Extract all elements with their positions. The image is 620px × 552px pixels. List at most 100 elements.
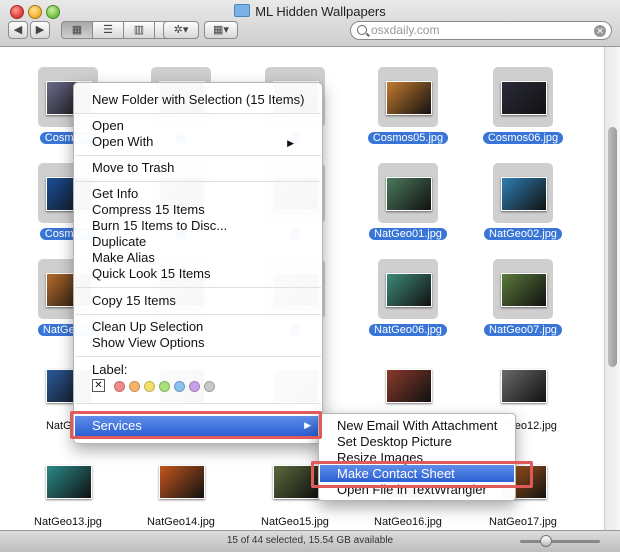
menu-separator <box>75 314 321 315</box>
column-view-button[interactable]: ▥ <box>123 21 155 39</box>
vertical-scrollbar[interactable] <box>604 47 620 530</box>
image-thumbnail <box>159 465 205 499</box>
label-color-swatch[interactable] <box>129 381 140 392</box>
image-thumbnail <box>501 177 547 211</box>
file-name-label: Cosmos05.jpg <box>358 131 458 145</box>
label-color-swatch[interactable] <box>144 381 155 392</box>
search-field[interactable]: osxdaily.com ✕ <box>350 21 612 40</box>
contact-sheet-annotation-box <box>311 461 533 488</box>
file-thumbnail <box>493 67 553 127</box>
label-color-swatch[interactable] <box>159 381 170 392</box>
menu-item-clean-up[interactable]: Clean Up Selection <box>92 319 203 335</box>
icon-size-slider-knob[interactable] <box>540 535 552 547</box>
menu-separator <box>75 113 321 114</box>
search-icon <box>357 25 367 35</box>
icon-size-slider[interactable] <box>520 540 600 543</box>
file-name-text: Cosmos05.jpg <box>367 132 449 144</box>
menu-item-copy[interactable]: Copy 15 Items <box>92 293 176 309</box>
submenu-arrow-icon: ▶ <box>287 138 294 148</box>
menu-item-move-to-trash[interactable]: Move to Trash <box>92 160 174 176</box>
file-name-text: NatGeo02.jpg <box>484 228 562 240</box>
file-name-text: NatGeo15.jpg <box>261 516 329 528</box>
file-name-label: NatGeo02.jpg <box>473 227 573 241</box>
label-color-swatch[interactable] <box>174 381 185 392</box>
file-name-label: NatGeo16.jpg <box>358 515 458 529</box>
menu-separator <box>75 356 321 357</box>
image-thumbnail <box>386 177 432 211</box>
window-title-text: ML Hidden Wallpapers <box>255 4 386 19</box>
finder-window: ML Hidden Wallpapers ◀ ▶ ▦ ☰ ▥ ▤ ✲▾ ▦▾ o… <box>0 0 620 552</box>
arrange-button[interactable]: ▦▾ <box>204 21 238 39</box>
file-thumbnail <box>151 451 211 511</box>
file-thumbnail <box>493 163 553 223</box>
menu-item-open-with[interactable]: Open With ▶ <box>92 134 304 150</box>
status-bar: 15 of 44 selected, 15.54 GB available <box>0 530 620 552</box>
arrange-icon: ▦▾ <box>213 24 229 36</box>
menu-item-open[interactable]: Open <box>92 118 124 134</box>
menu-item-compress[interactable]: Compress 15 Items <box>92 202 205 218</box>
label-color-swatch[interactable] <box>189 381 200 392</box>
file-thumbnail <box>378 355 438 415</box>
folder-icon <box>234 4 251 17</box>
list-view-button[interactable]: ☰ <box>92 21 124 39</box>
label-color-swatch[interactable] <box>204 381 215 392</box>
image-thumbnail <box>501 273 547 307</box>
icon-view-button[interactable]: ▦ <box>61 21 93 39</box>
action-button[interactable]: ✲▾ <box>163 21 199 39</box>
gear-icon: ✲▾ <box>173 24 189 36</box>
file-name-label: NatGeo15.jpg <box>245 515 345 529</box>
file-name-label: NatGeo17.jpg <box>473 515 573 529</box>
image-thumbnail <box>501 81 547 115</box>
menu-item-duplicate[interactable]: Duplicate <box>92 234 146 250</box>
image-thumbnail <box>46 465 92 499</box>
submenu-item-set-desktop[interactable]: Set Desktop Picture <box>337 434 452 450</box>
menu-item-burn[interactable]: Burn 15 Items to Disc... <box>92 218 227 234</box>
menu-separator <box>75 287 321 288</box>
submenu-item-new-email[interactable]: New Email With Attachment <box>337 418 497 434</box>
menu-separator <box>75 181 321 182</box>
image-thumbnail <box>386 369 432 403</box>
context-menu: New Folder with Selection (15 Items) Ope… <box>73 82 323 444</box>
menu-item-make-alias[interactable]: Make Alias <box>92 250 155 266</box>
file-name-text: NatGeo01.jpg <box>369 228 447 240</box>
label-color-swatch[interactable] <box>114 381 125 392</box>
file-name-text: NatGeo17.jpg <box>489 516 557 528</box>
image-thumbnail <box>386 273 432 307</box>
forward-button[interactable]: ▶ <box>30 21 50 39</box>
menu-item-get-info[interactable]: Get Info <box>92 186 138 202</box>
image-thumbnail <box>501 369 547 403</box>
menu-item-quick-look[interactable]: Quick Look 15 Items <box>92 266 211 282</box>
file-name-text: NatGeo14.jpg <box>147 516 215 528</box>
image-thumbnail <box>386 81 432 115</box>
menu-separator <box>75 403 321 404</box>
menu-item-label: Label: <box>92 362 128 377</box>
clear-search-icon[interactable]: ✕ <box>594 25 606 37</box>
services-annotation-box <box>70 411 322 439</box>
file-name-label: NatGeo14.jpg <box>131 515 231 529</box>
title-bar: ML Hidden Wallpapers ◀ ▶ ▦ ☰ ▥ ▤ ✲▾ ▦▾ o… <box>0 0 620 47</box>
file-thumbnail <box>38 451 98 511</box>
file-name-text: NatGeo07.jpg <box>484 324 562 336</box>
file-thumbnail <box>378 163 438 223</box>
file-name-label: NatGeo13.jpg <box>18 515 118 529</box>
menu-item-new-folder[interactable]: New Folder with Selection (15 Items) <box>92 92 304 108</box>
file-thumbnail <box>493 355 553 415</box>
file-thumbnail <box>493 259 553 319</box>
file-name-label: NatGeo07.jpg <box>473 323 573 337</box>
menu-item-show-view-options[interactable]: Show View Options <box>92 335 205 351</box>
file-thumbnail <box>378 259 438 319</box>
file-name-label: Cosmos06.jpg <box>473 131 573 145</box>
file-name-label: NatGeo01.jpg <box>358 227 458 241</box>
file-name-text: NatGeo16.jpg <box>374 516 442 528</box>
window-title: ML Hidden Wallpapers <box>0 4 620 19</box>
back-button[interactable]: ◀ <box>8 21 28 39</box>
no-label-button[interactable]: ✕ <box>92 379 105 392</box>
file-name-text: NatGeo06.jpg <box>369 324 447 336</box>
menu-separator <box>75 155 321 156</box>
menu-item-open-with-label: Open With <box>92 134 154 149</box>
file-name-label: NatGeo06.jpg <box>358 323 458 337</box>
status-text: 15 of 44 selected, 15.54 GB available <box>226 535 394 546</box>
scroll-thumb[interactable] <box>608 127 617 367</box>
file-name-text: NatGeo13.jpg <box>34 516 102 528</box>
search-text: osxdaily.com <box>371 23 440 37</box>
